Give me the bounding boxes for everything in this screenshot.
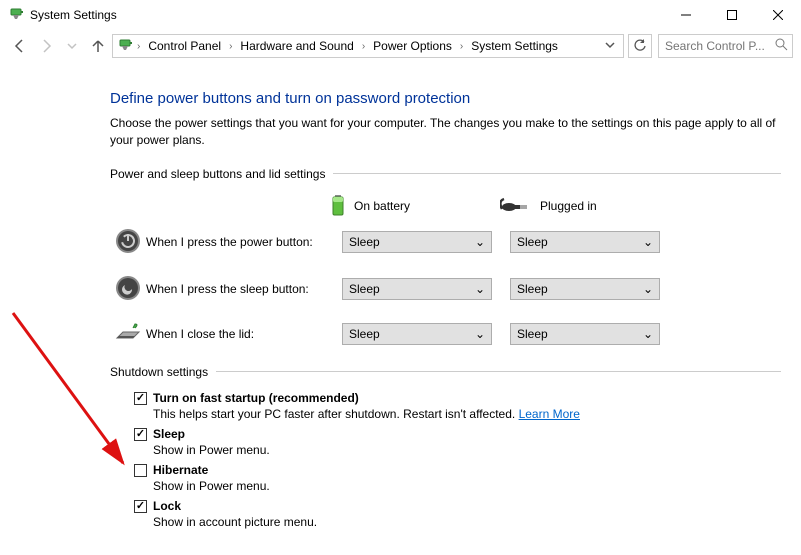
- breadcrumb-item[interactable]: Power Options: [369, 39, 456, 53]
- select-sleep-battery[interactable]: Sleep⌄: [342, 278, 492, 300]
- checkbox-hibernate[interactable]: [134, 464, 147, 477]
- column-label-plugged: Plugged in: [540, 199, 597, 213]
- section-title: Power and sleep buttons and lid settings: [110, 167, 333, 181]
- minimize-button[interactable]: [663, 0, 709, 30]
- lock-desc: Show in account picture menu.: [153, 515, 781, 529]
- chevron-right-icon[interactable]: ›: [227, 41, 234, 52]
- section-title: Shutdown settings: [110, 365, 216, 379]
- row-label: When I press the power button:: [146, 235, 342, 249]
- chevron-down-icon: ⌄: [643, 282, 653, 296]
- sleep-button-icon: [115, 275, 141, 304]
- chevron-down-icon: ⌄: [475, 282, 485, 296]
- power-options-icon: [8, 6, 24, 25]
- breadcrumb-dropdown[interactable]: [601, 39, 619, 53]
- row-label: When I close the lid:: [146, 327, 342, 341]
- breadcrumb[interactable]: › Control Panel › Hardware and Sound › P…: [112, 34, 624, 58]
- select-sleep-plugged[interactable]: Sleep⌄: [510, 278, 660, 300]
- maximize-button[interactable]: [709, 0, 755, 30]
- checkbox-label: Lock: [153, 499, 181, 513]
- column-headers: On battery Plugged in: [330, 193, 781, 220]
- page-title: Define power buttons and turn on passwor…: [110, 90, 781, 107]
- up-button[interactable]: [86, 34, 110, 58]
- chevron-down-icon: ⌄: [643, 235, 653, 249]
- refresh-button[interactable]: [628, 34, 652, 58]
- row-label: When I press the sleep button:: [146, 282, 342, 296]
- chevron-right-icon[interactable]: ›: [458, 41, 465, 52]
- row-lid: When I close the lid: Sleep⌄ Sleep⌄: [110, 322, 781, 347]
- chevron-down-icon: ⌄: [475, 235, 485, 249]
- lid-icon: [115, 322, 141, 347]
- checkbox-label: Turn on fast startup (recommended): [153, 391, 359, 405]
- page-description: Choose the power settings that you want …: [110, 115, 781, 149]
- checkbox-label: Sleep: [153, 427, 185, 441]
- checkbox-label: Hibernate: [153, 463, 208, 477]
- power-button-icon: [115, 228, 141, 257]
- chevron-right-icon[interactable]: ›: [360, 41, 367, 52]
- hibernate-desc: Show in Power menu.: [153, 479, 781, 493]
- titlebar: System Settings: [0, 0, 801, 30]
- hibernate-row: Hibernate: [134, 463, 781, 477]
- section-header: Shutdown settings: [110, 365, 781, 379]
- plug-icon: [500, 195, 532, 218]
- sleep-desc: Show in Power menu.: [153, 443, 781, 457]
- window-title: System Settings: [30, 8, 117, 22]
- forward-button[interactable]: [34, 34, 58, 58]
- breadcrumb-item[interactable]: System Settings: [467, 39, 562, 53]
- checkbox-lock[interactable]: [134, 500, 147, 513]
- chevron-down-icon: ⌄: [475, 327, 485, 341]
- battery-icon: [330, 193, 346, 220]
- back-button[interactable]: [8, 34, 32, 58]
- section-header: Power and sleep buttons and lid settings: [110, 167, 781, 181]
- chevron-down-icon: ⌄: [643, 327, 653, 341]
- content-area: Define power buttons and turn on passwor…: [0, 62, 801, 555]
- checkbox-fast-startup[interactable]: [134, 392, 147, 405]
- nav-bar: › Control Panel › Hardware and Sound › P…: [0, 30, 801, 62]
- select-lid-battery[interactable]: Sleep⌄: [342, 323, 492, 345]
- checkbox-sleep[interactable]: [134, 428, 147, 441]
- lock-row: Lock: [134, 499, 781, 513]
- column-label-battery: On battery: [354, 199, 410, 213]
- select-power-plugged[interactable]: Sleep⌄: [510, 231, 660, 253]
- recent-dropdown[interactable]: [60, 34, 84, 58]
- breadcrumb-item[interactable]: Control Panel: [144, 39, 225, 53]
- search-box[interactable]: [658, 34, 793, 58]
- learn-more-link[interactable]: Learn More: [519, 407, 580, 421]
- close-button[interactable]: [755, 0, 801, 30]
- breadcrumb-icon: [117, 37, 133, 56]
- sleep-row: Sleep: [134, 427, 781, 441]
- fast-startup-desc: This helps start your PC faster after sh…: [153, 407, 781, 421]
- search-icon: [775, 38, 788, 54]
- breadcrumb-item[interactable]: Hardware and Sound: [236, 39, 357, 53]
- window-controls: [663, 0, 801, 30]
- fast-startup-row: Turn on fast startup (recommended): [134, 391, 781, 405]
- select-power-battery[interactable]: Sleep⌄: [342, 231, 492, 253]
- select-lid-plugged[interactable]: Sleep⌄: [510, 323, 660, 345]
- row-power-button: When I press the power button: Sleep⌄ Sl…: [110, 228, 781, 257]
- search-input[interactable]: [663, 38, 771, 54]
- chevron-right-icon[interactable]: ›: [135, 41, 142, 52]
- row-sleep-button: When I press the sleep button: Sleep⌄ Sl…: [110, 275, 781, 304]
